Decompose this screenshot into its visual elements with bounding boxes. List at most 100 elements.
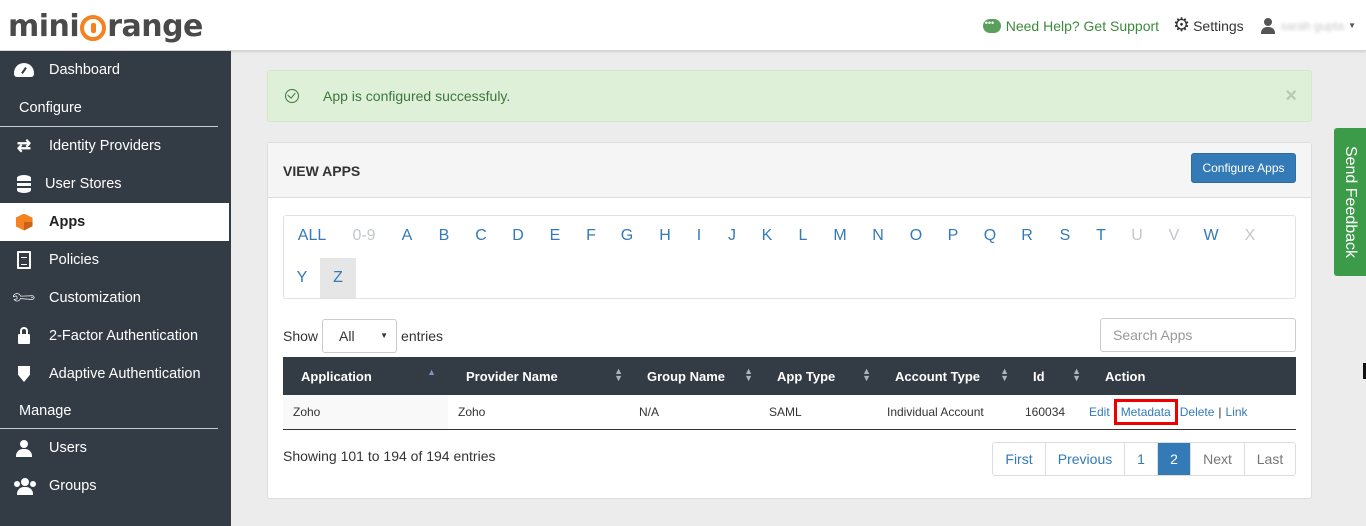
page-next[interactable]: Next	[1191, 443, 1245, 475]
filter-f[interactable]: F	[576, 216, 606, 256]
database-icon	[14, 174, 34, 194]
sidebar-item-label: Dashboard	[49, 62, 120, 78]
cube-icon	[14, 212, 34, 232]
page-first[interactable]: First	[993, 443, 1046, 475]
filter-g[interactable]: G	[612, 216, 642, 256]
entries-label: entries	[401, 328, 444, 344]
page-2[interactable]: 2	[1158, 443, 1191, 475]
edit-link[interactable]: Edit	[1089, 405, 1110, 419]
exchange-icon: ⇄	[16, 136, 32, 155]
filter-y[interactable]: Y	[287, 258, 317, 298]
page-last[interactable]: Last	[1245, 443, 1295, 475]
filter-h[interactable]: H	[650, 216, 680, 256]
filter-m[interactable]: M	[825, 216, 855, 256]
filter-l[interactable]: L	[788, 216, 818, 256]
sidebar-item-label: Identity Providers	[49, 138, 162, 154]
sidebar-item-label: Adaptive Authentication	[49, 366, 201, 382]
filter-q[interactable]: Q	[975, 216, 1005, 256]
filter-n[interactable]: N	[863, 216, 893, 256]
link-link[interactable]: Link	[1226, 405, 1248, 419]
cell-id: 160034	[1025, 405, 1066, 419]
sidebar-item-identity-providers[interactable]: ⇄ Identity Providers	[0, 127, 231, 165]
header-right: Need Help? Get Support ⚙ Settings sarah …	[982, 0, 1356, 51]
showing-info: Showing 101 to 194 of 194 entries	[283, 448, 496, 464]
help-link[interactable]: Need Help? Get Support	[982, 18, 1159, 34]
panel-heading: VIEW APPS Configure Apps	[268, 143, 1311, 198]
user-menu[interactable]: sarah gupta ▼	[1260, 17, 1356, 34]
filter-c[interactable]: C	[466, 216, 496, 256]
entries-control: Show All ▼ entries	[283, 319, 443, 353]
filter-e[interactable]: E	[540, 216, 570, 256]
close-icon[interactable]: ×	[1285, 85, 1297, 108]
check-circle-icon	[285, 89, 299, 103]
sidebar-item-label: 2-Factor Authentication	[49, 328, 199, 344]
delete-link[interactable]: Delete	[1180, 405, 1215, 419]
section-manage: Manage	[0, 393, 218, 429]
filter-k[interactable]: K	[752, 216, 782, 256]
cell-account-type: Individual Account	[887, 405, 984, 419]
filter-r[interactable]: R	[1012, 216, 1042, 256]
section-configure: Configure	[0, 89, 218, 127]
configure-apps-button[interactable]: Configure Apps	[1191, 153, 1296, 183]
filter-s[interactable]: S	[1050, 216, 1080, 256]
alphabet-filter: ALL 0-9 A B C D E F G H I J K L M N O P …	[283, 215, 1296, 299]
filter-o[interactable]: O	[901, 216, 931, 256]
col-application-label: Application	[301, 368, 372, 384]
col-id[interactable]: Id ▲ ▼	[1015, 357, 1087, 395]
sort-icon: ▲ ▼	[862, 366, 871, 383]
sort-asc-icon: ▲	[427, 367, 436, 377]
col-app-type[interactable]: App Type ▲ ▼	[759, 357, 877, 395]
pagination: First Previous 1 2 Next Last	[992, 442, 1296, 476]
miniorange-logo[interactable]: mini range	[8, 6, 203, 46]
filter-0-9: 0-9	[352, 227, 376, 244]
wrench-icon: 🔧︎	[9, 283, 38, 312]
cell-group: N/A	[639, 405, 660, 419]
sidebar-item-label: Apps	[49, 214, 86, 230]
entries-select-value: All	[339, 328, 355, 344]
filter-d[interactable]: D	[503, 216, 533, 256]
entries-select[interactable]: All ▼	[322, 319, 398, 353]
sort-icon: ▲ ▼	[1072, 366, 1081, 383]
filter-w[interactable]: W	[1196, 216, 1226, 256]
col-provider[interactable]: Provider Name ▲ ▼	[448, 357, 629, 395]
col-action-label: Action	[1105, 368, 1146, 384]
metadata-link[interactable]: Metadata	[1121, 405, 1171, 419]
table-row: Zoho Zoho N/A SAML Individual Account 16…	[283, 395, 1296, 430]
send-feedback-label: Send Feedback	[1342, 145, 1360, 259]
cell-provider: Zoho	[458, 405, 486, 419]
sidebar-item-user-stores[interactable]: User Stores	[0, 165, 231, 203]
filter-t[interactable]: T	[1086, 216, 1116, 256]
filter-a[interactable]: A	[392, 216, 422, 256]
sort-icon: ▲ ▼	[1000, 366, 1009, 383]
page-1[interactable]: 1	[1125, 443, 1158, 475]
cell-application: Zoho	[283, 395, 448, 429]
settings-link[interactable]: ⚙ Settings	[1173, 16, 1244, 35]
col-group[interactable]: Group Name ▲ ▼	[629, 357, 759, 395]
alert-message: App is configured successfuly.	[323, 88, 511, 104]
user-icon	[1260, 17, 1276, 34]
col-account-type[interactable]: Account Type ▲ ▼	[877, 357, 1015, 395]
sidebar-item-customization[interactable]: 🔧︎ Customization	[0, 279, 231, 317]
settings-label: Settings	[1193, 17, 1244, 34]
sidebar-item-2fa[interactable]: 2-Factor Authentication	[0, 317, 231, 355]
sidebar-item-users[interactable]: Users	[0, 429, 231, 467]
sort-icon: ▲ ▼	[744, 366, 753, 383]
logo-text-right: range	[107, 8, 203, 44]
sidebar-item-groups[interactable]: Groups	[0, 467, 231, 505]
sidebar-item-policies[interactable]: Policies	[0, 241, 231, 279]
col-application[interactable]: Application ▲	[283, 357, 448, 395]
filter-i[interactable]: I	[684, 216, 714, 256]
filter-b[interactable]: B	[429, 216, 459, 256]
filter-z[interactable]: Z	[320, 258, 356, 298]
page-previous[interactable]: Previous	[1046, 443, 1125, 475]
sidebar-item-dashboard[interactable]: Dashboard	[0, 51, 231, 89]
col-account-type-label: Account Type	[895, 368, 980, 384]
filter-all[interactable]: ALL	[290, 216, 334, 256]
sidebar-item-adaptive[interactable]: Adaptive Authentication	[0, 355, 231, 393]
sidebar-item-label: Policies	[49, 252, 99, 268]
send-feedback-tab[interactable]: Send Feedback	[1334, 128, 1366, 276]
search-apps-input[interactable]	[1100, 318, 1296, 352]
filter-p[interactable]: P	[938, 216, 968, 256]
sidebar-item-apps[interactable]: Apps	[0, 203, 229, 241]
filter-j[interactable]: J	[717, 216, 747, 256]
